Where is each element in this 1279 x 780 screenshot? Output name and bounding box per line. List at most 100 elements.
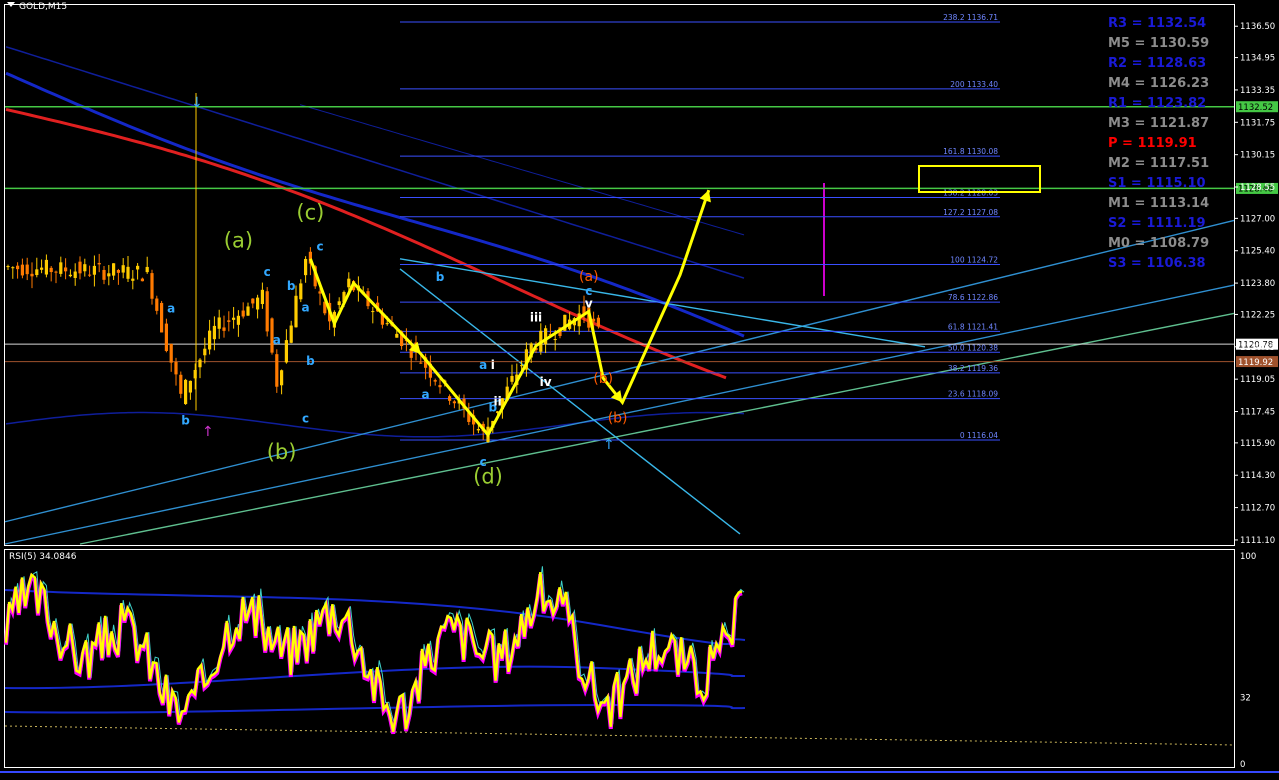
pivot-level-label: M1 = 1113.14 bbox=[1108, 196, 1209, 211]
candle-body bbox=[140, 278, 144, 282]
candle-body bbox=[304, 258, 308, 276]
pivot-level-label: M2 = 1117.51 bbox=[1108, 156, 1209, 171]
candle-body bbox=[596, 317, 600, 327]
pivot-level-label: S3 = 1106.38 bbox=[1108, 256, 1206, 271]
candle-body bbox=[102, 269, 106, 280]
wave-label: (b) bbox=[608, 411, 628, 427]
candle-body bbox=[284, 340, 288, 363]
candle-body bbox=[246, 306, 250, 316]
fib-level-label: 161.8 1130.08 bbox=[943, 147, 998, 156]
candle-body bbox=[59, 262, 63, 274]
price-tick-label: 1130.15 bbox=[1240, 151, 1275, 161]
price-tag-label: 1132.52 bbox=[1238, 103, 1273, 113]
wave-label: (b) bbox=[267, 440, 297, 464]
wave-label: (a) bbox=[579, 269, 599, 285]
fib-level-label: 0 1116.04 bbox=[960, 431, 998, 440]
wave-label: (b) bbox=[593, 371, 613, 387]
pivot-level-label: S2 = 1111.19 bbox=[1108, 216, 1206, 231]
fib-level-label: 138.2 1128.03 bbox=[943, 189, 998, 198]
candle-body bbox=[78, 261, 82, 274]
fib-level-label: 50.0 1120.38 bbox=[948, 343, 998, 352]
candle-body bbox=[49, 267, 53, 273]
pivot-level-label: R3 = 1132.54 bbox=[1108, 16, 1206, 31]
wave-label: iv bbox=[540, 375, 552, 389]
candle-body bbox=[92, 265, 96, 275]
candle-body bbox=[54, 271, 58, 273]
price-tick-label: 1120.65 bbox=[1240, 343, 1275, 353]
price-tick-label: 1117.45 bbox=[1240, 408, 1275, 418]
candle-body bbox=[198, 359, 202, 368]
price-tag-label: 1119.92 bbox=[1238, 358, 1273, 368]
wave-label: i bbox=[491, 358, 495, 372]
candle-body bbox=[116, 270, 120, 273]
wave-label: (a) bbox=[224, 229, 253, 253]
rsi-tick-label: 32 bbox=[1240, 693, 1251, 703]
rsi-title: RSI(5) 34.0846 bbox=[9, 552, 77, 562]
candle-body bbox=[203, 348, 207, 356]
price-tick-label: 1111.10 bbox=[1240, 536, 1275, 546]
candle-body bbox=[236, 315, 240, 325]
price-tick-label: 1122.25 bbox=[1240, 310, 1275, 320]
candle-body bbox=[11, 267, 15, 269]
fib-level-label: 238.2 1136.71 bbox=[943, 13, 998, 22]
candle-body bbox=[112, 263, 116, 276]
wave-label: v bbox=[585, 296, 593, 310]
wave-label: b bbox=[287, 279, 296, 293]
chart-window[interactable]: 1132.52 1128.48 1120.78 1119.92 238.2 1136.… bbox=[0, 0, 1279, 776]
fib-level-label: 78.6 1122.86 bbox=[948, 293, 998, 302]
wave-label: a bbox=[167, 301, 175, 315]
up-arrow-icon: ↑ bbox=[603, 437, 615, 453]
wave-label: b bbox=[436, 270, 445, 284]
candle-body bbox=[30, 273, 34, 277]
down-arrow-icon: ↓ bbox=[191, 95, 203, 111]
candle-body bbox=[155, 298, 159, 311]
candle-body bbox=[126, 266, 130, 279]
price-tick-label: 1127.00 bbox=[1240, 214, 1275, 224]
price-tick-label: 1114.30 bbox=[1240, 471, 1275, 481]
fib-level-label: 200 1133.40 bbox=[950, 80, 998, 89]
fib-level-label: 23.6 1118.09 bbox=[948, 390, 998, 399]
candle-body bbox=[395, 333, 399, 338]
candle-body bbox=[227, 320, 231, 322]
candle-body bbox=[232, 317, 236, 320]
price-tick-label: 1131.75 bbox=[1240, 118, 1275, 128]
wave-label: iii bbox=[530, 311, 542, 325]
candle-body bbox=[25, 264, 29, 275]
candle-body bbox=[520, 365, 524, 367]
candle-body bbox=[275, 354, 279, 387]
price-tick-label: 1125.40 bbox=[1240, 247, 1275, 257]
wave-label: a bbox=[302, 300, 310, 314]
wave-label: c bbox=[316, 240, 323, 254]
fib-level-label: 38.2 1119.36 bbox=[948, 364, 998, 373]
pivot-level-label: R1 = 1123.82 bbox=[1108, 96, 1206, 111]
candle-body bbox=[208, 330, 212, 350]
pivot-level-label: M5 = 1130.59 bbox=[1108, 36, 1209, 51]
candle-body bbox=[222, 327, 226, 331]
candle-body bbox=[35, 269, 39, 276]
candle-body bbox=[184, 379, 188, 405]
candle-body bbox=[107, 273, 111, 277]
candle-body bbox=[385, 323, 389, 325]
candle-body bbox=[136, 265, 140, 270]
candle-body bbox=[150, 273, 154, 299]
wave-label: a bbox=[273, 333, 281, 347]
candle-body bbox=[145, 266, 149, 273]
candle-body bbox=[438, 385, 442, 388]
candle-body bbox=[289, 325, 293, 343]
candle-body bbox=[73, 271, 77, 278]
candle-body bbox=[160, 302, 164, 333]
fib-level-label: 127.2 1127.08 bbox=[943, 208, 998, 217]
rsi-tick-label: 100 bbox=[1240, 552, 1256, 562]
candle-body bbox=[433, 380, 437, 382]
candle-body bbox=[510, 375, 514, 382]
candle-body bbox=[476, 429, 480, 431]
pivot-level-label: R2 = 1128.63 bbox=[1108, 56, 1206, 71]
candle-body bbox=[88, 274, 92, 276]
wave-label: (d) bbox=[473, 464, 503, 488]
chart-title: GOLD,M15 bbox=[19, 2, 67, 12]
price-tick-label: 1136.50 bbox=[1240, 22, 1275, 32]
candle-body bbox=[452, 401, 456, 404]
candle-body bbox=[241, 310, 245, 317]
pivot-level-label: M4 = 1126.23 bbox=[1108, 76, 1209, 91]
up-arrow-icon: ↑ bbox=[202, 424, 214, 440]
